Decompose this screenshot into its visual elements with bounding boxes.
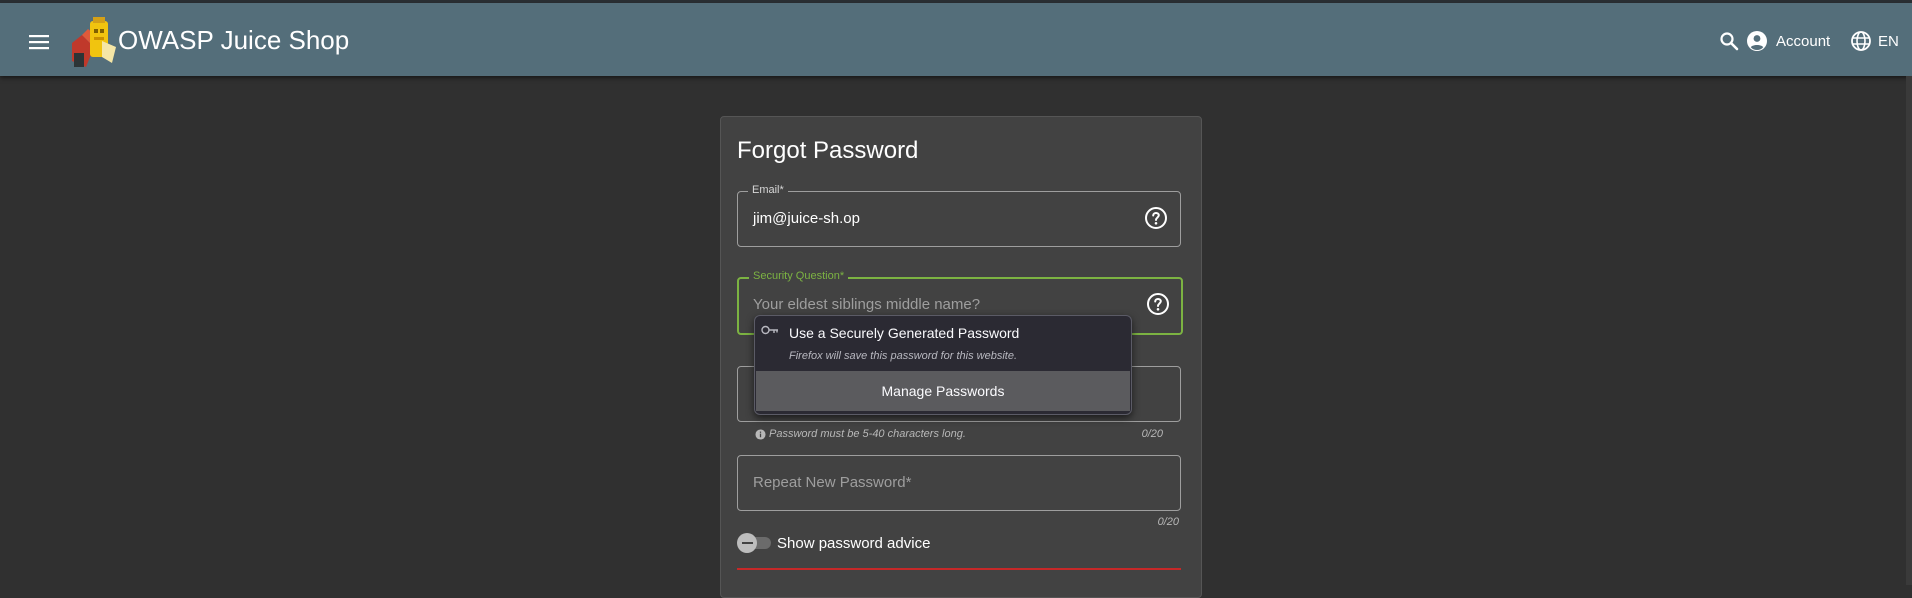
- email-field[interactable]: Email* jim@juice-sh.op: [737, 184, 1181, 247]
- security-question-label: Security Question*: [749, 270, 849, 282]
- help-icon[interactable]: [1144, 206, 1168, 230]
- new-password-counter: 0/20: [1141, 428, 1163, 440]
- account-label: Account: [1776, 32, 1831, 50]
- repeat-password-counter: 0/20: [1157, 516, 1179, 528]
- repeat-password-input[interactable]: Repeat New Password*: [753, 474, 911, 491]
- generate-password-subtitle: Firefox will save this password for this…: [789, 350, 1018, 362]
- app-title[interactable]: OWASP Juice Shop: [118, 25, 349, 56]
- info-icon: [755, 429, 766, 440]
- search-button[interactable]: [1715, 27, 1743, 55]
- generate-password-title: Use a Securely Generated Password: [789, 325, 1020, 341]
- language-button[interactable]: EN: [1850, 27, 1899, 55]
- page-scrollbar[interactable]: [1906, 76, 1912, 585]
- show-password-advice-label: Show password advice: [777, 534, 931, 552]
- toggle-switch[interactable]: [737, 533, 773, 553]
- account-button[interactable]: Account: [1746, 27, 1830, 55]
- page-title: Forgot Password: [737, 137, 919, 164]
- menu-button[interactable]: [24, 27, 54, 57]
- manage-passwords-button[interactable]: Manage Passwords: [756, 371, 1130, 411]
- show-password-advice-toggle[interactable]: Show password advice: [737, 533, 930, 553]
- email-value[interactable]: jim@juice-sh.op: [753, 210, 860, 227]
- globe-icon: [1851, 31, 1871, 51]
- toggle-thumb: [737, 533, 757, 553]
- app-toolbar: OWASP Juice Shop Account EN: [0, 3, 1912, 76]
- password-length-hint: Password must be 5-40 characters long.: [769, 428, 966, 440]
- account-circle-icon: [1747, 31, 1767, 51]
- minus-icon: [741, 542, 753, 544]
- new-password-hint: Password must be 5-40 characters long. 0…: [737, 428, 1179, 442]
- help-icon[interactable]: [1146, 292, 1170, 316]
- password-autofill-popup: Use a Securely Generated Password Firefo…: [754, 315, 1132, 415]
- error-divider: [737, 568, 1181, 570]
- language-label: EN: [1878, 32, 1899, 50]
- search-icon: [1720, 32, 1739, 51]
- juice-shop-logo[interactable]: [66, 13, 118, 69]
- key-icon: [761, 325, 778, 335]
- email-field-label: Email*: [748, 184, 788, 196]
- security-question-input[interactable]: Your eldest siblings middle name?: [753, 296, 980, 313]
- generate-password-item[interactable]: Use a Securely Generated Password Firefo…: [755, 316, 1131, 370]
- repeat-password-field[interactable]: Repeat New Password*: [737, 455, 1181, 511]
- menu-icon: [29, 35, 49, 50]
